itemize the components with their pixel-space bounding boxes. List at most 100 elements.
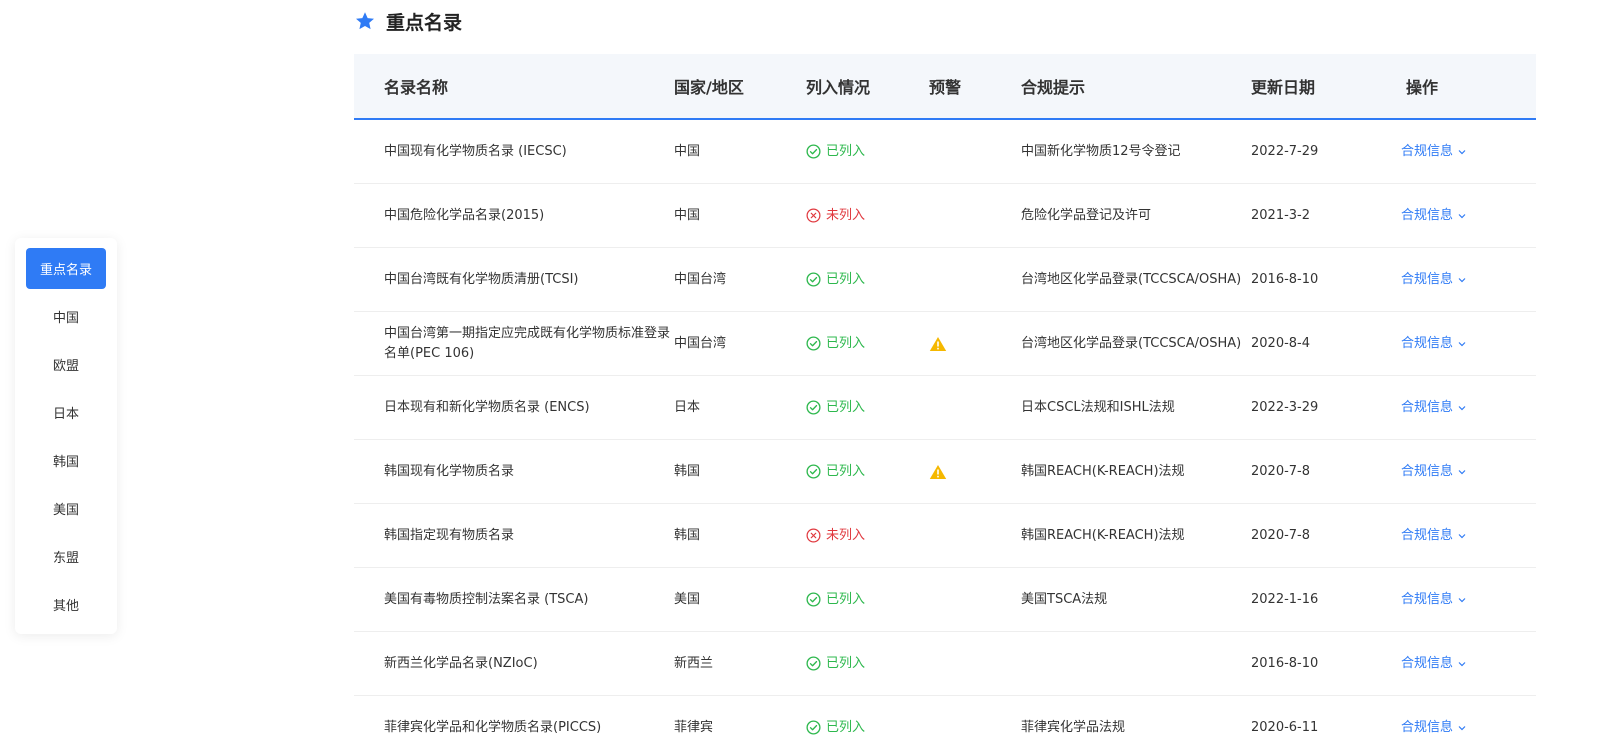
sidebar-item[interactable]: 欧盟 [26, 344, 106, 385]
action-label: 合规信息 [1401, 335, 1454, 351]
cell-status: 未列入 [806, 206, 929, 226]
compliance-info-dropdown[interactable]: 合规信息 [1401, 462, 1536, 482]
status-label: 已列入 [826, 335, 866, 351]
action-label: 合规信息 [1401, 271, 1454, 287]
check-circle-icon [806, 272, 821, 287]
cell-date: 2022-3-29 [1251, 399, 1319, 415]
action-label: 合规信息 [1401, 399, 1454, 415]
compliance-info-dropdown[interactable]: 合规信息 [1401, 526, 1536, 546]
chevron-down-icon [1458, 661, 1466, 666]
cell-action: 合规信息 [1401, 718, 1536, 735]
chevron-down-icon [1458, 597, 1466, 602]
cell-date: 2016-8-10 [1251, 655, 1319, 671]
status-badge: 已列入 [806, 334, 929, 354]
cell-action: 合规信息 [1401, 206, 1536, 226]
status-label: 已列入 [826, 463, 866, 479]
sidebar-item[interactable]: 美国 [26, 488, 106, 529]
table-header: 名录名称 国家/地区 列入情况 预警 合规提示 更新日期 操作 [354, 54, 1536, 120]
cell-action: 合规信息 [1401, 398, 1536, 418]
status-badge: 已列入 [806, 590, 929, 610]
chevron-down-icon [1458, 469, 1466, 474]
sidebar-item[interactable]: 日本 [26, 392, 106, 433]
compliance-info-dropdown[interactable]: 合规信息 [1401, 206, 1536, 226]
status-badge: 已列入 [806, 142, 929, 162]
status-label: 未列入 [826, 207, 866, 223]
column-header: 国家/地区 [674, 78, 744, 97]
status-badge: 未列入 [806, 526, 929, 546]
action-label: 合规信息 [1401, 207, 1454, 223]
compliance-info-dropdown[interactable]: 合规信息 [1401, 142, 1536, 162]
cell-warning [929, 464, 1021, 480]
compliance-info-dropdown[interactable]: 合规信息 [1401, 654, 1536, 674]
sidebar-item[interactable]: 东盟 [26, 536, 106, 577]
cell-status: 已列入 [806, 270, 929, 290]
cell-status: 已列入 [806, 718, 929, 735]
cell-action: 合规信息 [1401, 526, 1536, 546]
cell-region: 中国 [674, 207, 701, 223]
compliance-info-dropdown[interactable]: 合规信息 [1401, 590, 1536, 610]
cell-status: 未列入 [806, 526, 929, 546]
sidebar-item[interactable]: 其他 [26, 584, 106, 625]
sidebar-item[interactable]: 韩国 [26, 440, 106, 481]
column-header: 操作 [1406, 78, 1439, 97]
cell-tip: 日本CSCL法规和ISHL法规 [1021, 399, 1175, 415]
cell-region: 新西兰 [674, 655, 714, 671]
warning-icon [929, 336, 947, 351]
cell-status: 已列入 [806, 654, 929, 674]
chevron-down-icon [1458, 213, 1466, 218]
table-row: 中国现有化学物质名录 (IECSC) 中国 已列入 中国新化学物质12号令登记 2022… [354, 120, 1536, 184]
cell-name: 中国现有化学物质名录 (IECSC) [384, 143, 567, 159]
cell-action: 合规信息 [1401, 270, 1536, 290]
check-circle-icon [806, 144, 821, 159]
check-circle-icon [806, 400, 821, 415]
cell-name: 韩国现有化学物质名录 [384, 463, 515, 479]
status-label: 已列入 [826, 655, 866, 671]
cell-date: 2020-6-11 [1251, 719, 1319, 735]
column-header: 更新日期 [1251, 78, 1316, 97]
cell-tip: 美国TSCA法规 [1021, 591, 1108, 607]
status-badge: 已列入 [806, 462, 929, 482]
cell-action: 合规信息 [1401, 462, 1536, 482]
compliance-info-dropdown[interactable]: 合规信息 [1401, 334, 1536, 354]
sidebar-item[interactable]: 重点名录 [26, 248, 106, 289]
table-row: 日本现有和新化学物质名录 (ENCS) 日本 已列入 日本CSCL法规和ISHL法规 2… [354, 376, 1536, 440]
table-body: 中国现有化学物质名录 (IECSC) 中国 已列入 中国新化学物质12号令登记 2022… [354, 120, 1536, 735]
warning-icon [929, 464, 947, 479]
table-row: 中国台湾第一期指定应完成既有化学物质标准登录名单(PEC 106) 中国台湾 已列入… [354, 312, 1536, 376]
cell-name: 中国台湾既有化学物质清册(TCSI) [384, 271, 579, 287]
status-badge: 已列入 [806, 654, 929, 674]
cell-tip: 危险化学品登记及许可 [1021, 207, 1152, 223]
status-label: 已列入 [826, 591, 866, 607]
star-icon [356, 12, 374, 30]
cell-name: 韩国指定现有物质名录 [384, 527, 515, 543]
column-header: 合规提示 [1021, 78, 1086, 97]
status-badge: 已列入 [806, 718, 929, 735]
cell-action: 合规信息 [1401, 590, 1536, 610]
cell-region: 菲律宾 [674, 719, 714, 735]
compliance-info-dropdown[interactable]: 合规信息 [1401, 398, 1536, 418]
chevron-down-icon [1458, 277, 1466, 282]
chevron-down-icon [1458, 341, 1466, 346]
table-row: 菲律宾化学品和化学物质名录(PICCS) 菲律宾 已列入 菲律宾化学品法规 2020-6… [354, 696, 1536, 735]
cell-region: 中国 [674, 143, 701, 159]
cell-tip: 台湾地区化学品登录(TCCSCA/OSHA) [1021, 335, 1242, 351]
status-label: 未列入 [826, 527, 866, 543]
status-badge: 未列入 [806, 206, 929, 226]
check-circle-icon [806, 656, 821, 671]
x-circle-icon [806, 208, 821, 223]
compliance-info-dropdown[interactable]: 合规信息 [1401, 718, 1536, 735]
directory-table: 名录名称 国家/地区 列入情况 预警 合规提示 更新日期 操作 中国现有化学物质名录 (IE… [354, 54, 1536, 735]
sidebar-item[interactable]: 中国 [26, 296, 106, 337]
section-header: 重点名录 [354, 8, 462, 34]
cell-action: 合规信息 [1401, 334, 1536, 354]
action-label: 合规信息 [1401, 527, 1454, 543]
cell-tip: 韩国REACH(K-REACH)法规 [1021, 463, 1185, 479]
x-circle-icon [806, 528, 821, 543]
compliance-info-dropdown[interactable]: 合规信息 [1401, 270, 1536, 290]
cell-region: 日本 [674, 399, 701, 415]
cell-date: 2020-7-8 [1251, 463, 1311, 479]
cell-date: 2022-7-29 [1251, 143, 1319, 159]
cell-status: 已列入 [806, 590, 929, 610]
action-label: 合规信息 [1401, 463, 1454, 479]
action-label: 合规信息 [1401, 143, 1454, 159]
